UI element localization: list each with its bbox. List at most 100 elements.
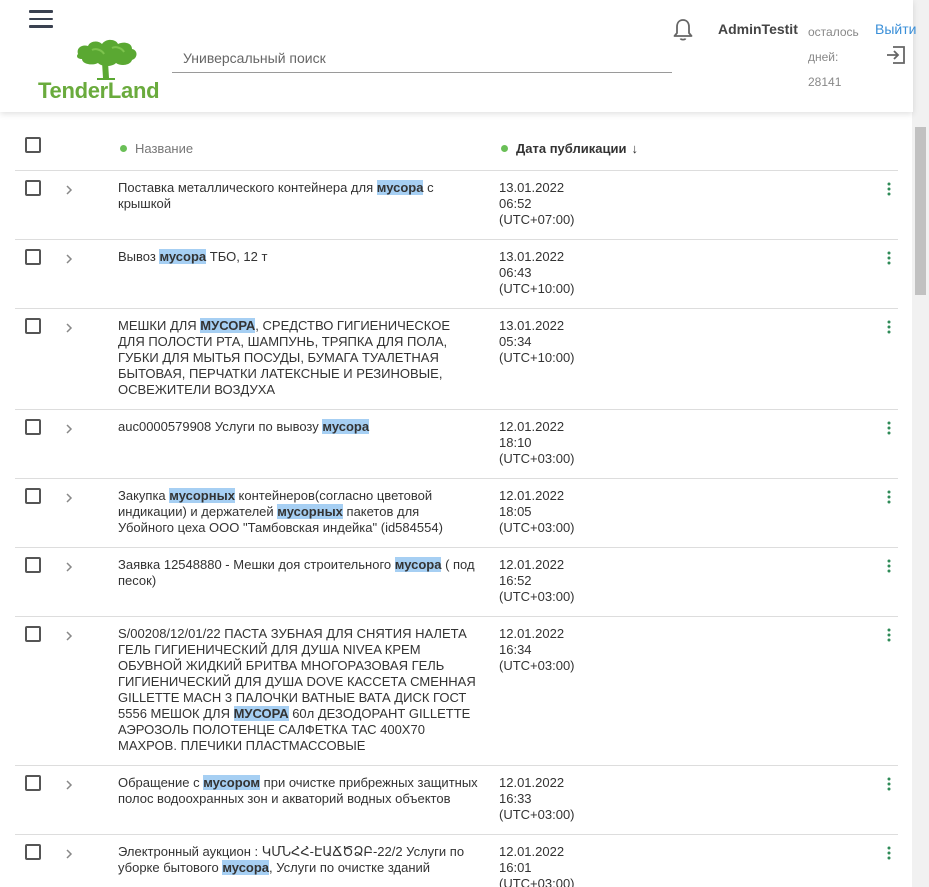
chevron-right-icon[interactable] [64,630,74,642]
chevron-right-icon[interactable] [64,253,74,265]
date-date: 12.01.2022 [499,488,565,503]
chevron-right-icon[interactable] [64,184,74,196]
row-checkbox[interactable] [25,557,41,573]
more-vertical-icon[interactable] [885,777,893,791]
date-tz: (UTC+03:00) [499,658,575,673]
table-row[interactable]: Закупка мусорных контейнеров(согласно цв… [15,479,898,548]
scrollbar-thumb[interactable] [915,127,926,295]
logout-icon[interactable] [885,44,907,66]
sort-arrow-icon[interactable]: ↓ [631,141,638,156]
row-checkbox[interactable] [25,249,41,265]
chevron-right-icon[interactable] [64,848,74,860]
date-date: 13.01.2022 [499,180,565,195]
table-row[interactable]: S/00208/12/01/22 ПАСТА ЗУБНАЯ ДЛЯ СНЯТИЯ… [15,617,898,766]
row-checkbox[interactable] [25,844,41,860]
row-checkbox[interactable] [25,488,41,504]
tender-title[interactable]: Обращение с мусором при очистке прибрежн… [118,775,478,807]
publication-date: 13.01.2022 05:34 (UTC+10:00) [499,318,619,366]
menu-icon[interactable] [29,10,53,28]
title-text: Поставка металлического контейнера для [118,180,377,195]
date-tz: (UTC+03:00) [499,520,575,535]
date-tz: (UTC+03:00) [499,589,575,604]
universal-search[interactable] [172,44,672,73]
search-highlight: мусора [222,860,270,875]
username[interactable]: AdminTestit [718,21,798,37]
search-highlight: мусора [322,419,370,434]
select-all-checkbox[interactable] [25,137,41,153]
more-vertical-icon[interactable] [885,628,893,642]
table-row[interactable]: Электронный аукцион : ԿՄՆՀՀ-ԷԱՃԾՁԲ-22/2 … [15,835,898,887]
search-highlight: мусора [159,249,207,264]
table-row[interactable]: Поставка металлического контейнера для м… [15,171,898,240]
table-body: Поставка металлического контейнера для м… [15,171,898,887]
tender-title[interactable]: S/00208/12/01/22 ПАСТА ЗУБНАЯ ДЛЯ СНЯТИЯ… [118,626,478,754]
chevron-right-icon[interactable] [64,779,74,791]
date-date: 12.01.2022 [499,626,565,641]
column-name-label: Название [135,141,194,156]
date-time: 16:01 [499,860,532,875]
title-text: Заявка 12548880 - Мешки доя строительног… [118,557,395,572]
logout-button[interactable]: Выйти [875,21,916,37]
column-date[interactable]: Дата публикации ↓ [501,141,638,156]
chevron-right-icon[interactable] [64,492,74,504]
publication-date: 13.01.2022 06:52 (UTC+07:00) [499,180,619,228]
tender-title[interactable]: Заявка 12548880 - Мешки доя строительног… [118,557,478,589]
more-vertical-icon[interactable] [885,251,893,265]
table-row[interactable]: Заявка 12548880 - Мешки доя строительног… [15,548,898,617]
date-time: 16:34 [499,642,532,657]
row-checkbox[interactable] [25,775,41,791]
more-vertical-icon[interactable] [885,559,893,573]
tender-title[interactable]: МЕШКИ ДЛЯ МУСОРА, СРЕДСТВО ГИГИЕНИЧЕСКОЕ… [118,318,478,398]
date-time: 16:33 [499,791,532,806]
more-vertical-icon[interactable] [885,320,893,334]
tree-map-icon [77,39,137,80]
chevron-right-icon[interactable] [64,423,74,435]
more-vertical-icon[interactable] [885,182,893,196]
table-row[interactable]: МЕШКИ ДЛЯ МУСОРА, СРЕДСТВО ГИГИЕНИЧЕСКОЕ… [15,309,898,410]
date-date: 12.01.2022 [499,557,565,572]
table-row[interactable]: Вывоз мусора ТБО, 12 т 13.01.2022 06:43 (UT… [15,240,898,309]
table-row[interactable]: auc0000579908 Услуги по вывозу мусора 12.… [15,410,898,479]
publication-date: 12.01.2022 18:05 (UTC+03:00) [499,488,619,536]
tender-title[interactable]: Электронный аукцион : ԿՄՆՀՀ-ԷԱՃԾՁԲ-22/2 … [118,844,478,876]
publication-date: 12.01.2022 16:52 (UTC+03:00) [499,557,619,605]
date-time: 06:52 [499,196,532,211]
publication-date: 12.01.2022 16:01 (UTC+03:00) [499,844,619,887]
date-date: 12.01.2022 [499,844,565,859]
tenderland-logo[interactable]: TenderLand [38,36,160,104]
date-tz: (UTC+03:00) [499,807,575,822]
date-date: 13.01.2022 [499,318,565,333]
tender-title[interactable]: Поставка металлического контейнера для м… [118,180,478,212]
publication-date: 12.01.2022 16:33 (UTC+03:00) [499,775,619,823]
filter-dot-icon [120,145,127,152]
chevron-right-icon[interactable] [64,322,74,334]
title-text: МЕШКИ ДЛЯ [118,318,201,333]
title-text: ТБО, 12 т [206,249,268,264]
app-header: TenderLand AdminTestit осталось дней: 28… [0,0,916,112]
more-vertical-icon[interactable] [885,846,893,860]
date-time: 06:43 [499,265,532,280]
column-name[interactable]: Название [120,141,193,156]
date-tz: (UTC+10:00) [499,350,575,365]
date-tz: (UTC+10:00) [499,281,575,296]
date-date: 12.01.2022 [499,419,565,434]
row-checkbox[interactable] [25,626,41,642]
publication-date: 13.01.2022 06:43 (UTC+10:00) [499,249,619,297]
row-checkbox[interactable] [25,180,41,196]
more-vertical-icon[interactable] [885,421,893,435]
row-checkbox[interactable] [25,419,41,435]
date-date: 12.01.2022 [499,775,565,790]
bell-icon[interactable] [672,18,694,42]
search-input[interactable] [172,44,672,72]
scrollbar[interactable] [912,0,929,887]
column-date-label: Дата публикации [516,141,627,156]
tender-title[interactable]: Закупка мусорных контейнеров(согласно цв… [118,488,478,536]
publication-date: 12.01.2022 16:34 (UTC+03:00) [499,626,619,674]
table-row[interactable]: Обращение с мусором при очистке прибрежн… [15,766,898,835]
row-checkbox[interactable] [25,318,41,334]
logo-text: TenderLand [38,78,160,103]
tender-title[interactable]: Вывоз мусора ТБО, 12 т [118,249,478,265]
chevron-right-icon[interactable] [64,561,74,573]
tender-title[interactable]: auc0000579908 Услуги по вывозу мусора [118,419,478,435]
more-vertical-icon[interactable] [885,490,893,504]
